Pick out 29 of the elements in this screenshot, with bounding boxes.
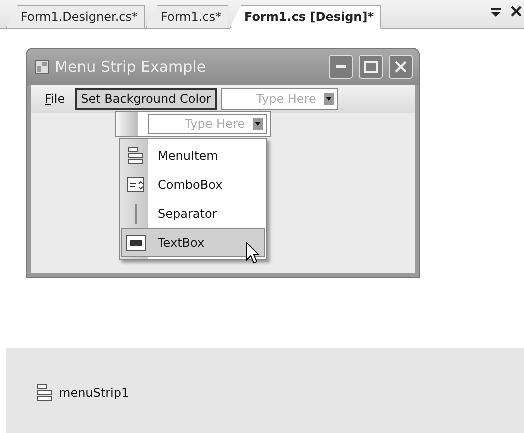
- maximize-icon: [364, 61, 378, 73]
- form-icon: [35, 60, 49, 74]
- close-button[interactable]: [389, 55, 413, 79]
- menu-item[interactable]: File: [39, 88, 72, 110]
- close-icon: [394, 60, 408, 74]
- menu-option[interactable]: TextBox: [121, 228, 265, 257]
- combobox-icon: [127, 176, 145, 194]
- dropdown-arrow-icon: [326, 97, 332, 101]
- mouse-pointer-icon: [246, 242, 260, 264]
- textbox-icon: [126, 234, 146, 250]
- maximize-button[interactable]: [359, 55, 383, 79]
- menu-option[interactable]: MenuItem: [121, 141, 265, 170]
- dropdown-icon[interactable]: [491, 6, 501, 16]
- document-tab[interactable]: Form1.cs [Design]*: [230, 5, 381, 29]
- document-tab[interactable]: Form1.Designer.cs*: [6, 5, 145, 28]
- menu-option[interactable]: Separator: [121, 199, 265, 228]
- menu-item[interactable]: Set Background Color: [75, 88, 218, 110]
- minimize-button[interactable]: [329, 55, 353, 79]
- menu-option[interactable]: ComboBox: [121, 170, 265, 199]
- menu-item-icon: [128, 146, 144, 164]
- component-label[interactable]: menuStrip1: [59, 386, 130, 400]
- window-title: Menu Strip Example: [55, 58, 208, 76]
- close-icon[interactable]: [511, 6, 522, 17]
- minimize-icon: [336, 65, 346, 69]
- dropdown-arrow-icon: [255, 122, 261, 126]
- image-margin-strip: [116, 112, 138, 136]
- document-tab[interactable]: Form1.cs*: [146, 5, 229, 28]
- separator-icon: [134, 204, 138, 224]
- menu-strip-icon: [37, 384, 53, 402]
